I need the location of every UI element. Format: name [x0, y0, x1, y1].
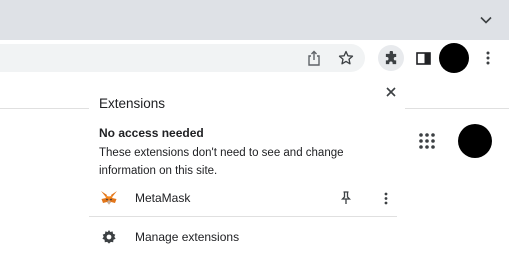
side-panel-button[interactable] — [411, 46, 435, 70]
share-button[interactable] — [302, 46, 326, 70]
pin-icon — [341, 191, 351, 204]
chevron-down-icon — [480, 16, 492, 24]
star-icon — [338, 50, 354, 65]
popup-title: Extensions — [99, 96, 166, 111]
extension-item-metamask[interactable]: MetaMask — [89, 186, 399, 210]
bookmark-button[interactable] — [334, 46, 358, 70]
google-apps-button[interactable] — [418, 132, 436, 150]
extensions-popup: Extensions No access needed These extens… — [89, 80, 405, 270]
gear-icon — [102, 230, 116, 244]
vertical-dots-icon — [384, 192, 388, 204]
tab-search-button[interactable] — [477, 11, 495, 29]
manage-extensions-label: Manage extensions — [135, 230, 240, 244]
manage-extensions-item[interactable]: Manage extensions — [89, 226, 399, 248]
section-heading: No access needed — [99, 126, 204, 140]
extension-more-button[interactable] — [379, 189, 393, 207]
puzzle-icon — [385, 50, 396, 64]
metamask-fox-icon — [101, 191, 117, 205]
share-icon — [308, 50, 320, 66]
profile-avatar[interactable] — [439, 43, 469, 73]
side-panel-icon — [415, 51, 431, 65]
tab-strip — [0, 0, 509, 40]
page-divider — [0, 108, 90, 109]
extensions-button[interactable] — [378, 45, 404, 71]
page-divider-right — [405, 108, 509, 109]
section-description: These extensions don't need to see and c… — [99, 147, 344, 177]
pin-button[interactable] — [338, 189, 354, 207]
close-button[interactable] — [383, 84, 399, 100]
extension-name: MetaMask — [135, 191, 191, 205]
browser-toolbar — [0, 40, 509, 76]
popup-divider — [89, 216, 397, 217]
google-account-avatar[interactable] — [458, 124, 492, 158]
apps-grid-icon — [419, 133, 435, 149]
close-icon — [386, 87, 396, 97]
chrome-menu-button[interactable] — [476, 46, 500, 70]
vertical-dots-icon — [486, 51, 490, 65]
